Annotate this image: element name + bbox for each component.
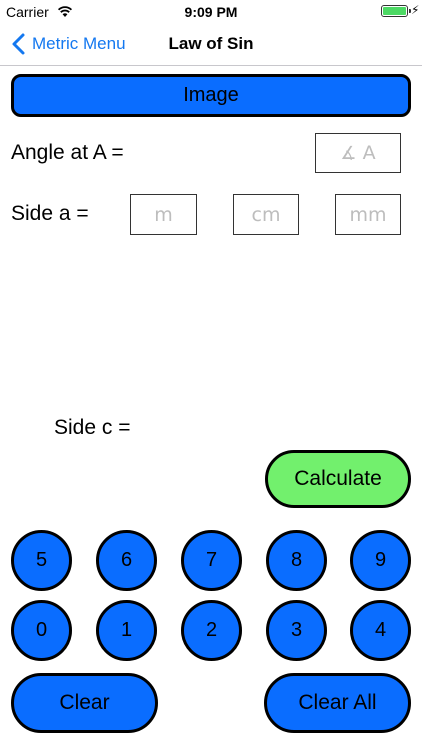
clear-button[interactable]: Clear [11, 673, 158, 733]
angle-a-input[interactable]: ∡ A [315, 133, 401, 173]
key-2[interactable]: 2 [181, 600, 242, 661]
battery-icon [381, 5, 411, 17]
clear-all-button[interactable]: Clear All [264, 673, 411, 733]
back-button-label: Metric Menu [32, 34, 126, 53]
key-0[interactable]: 0 [11, 600, 72, 661]
calculate-button[interactable]: Calculate [265, 450, 411, 508]
side-a-m-input[interactable]: m [130, 194, 197, 235]
image-button[interactable]: Image [11, 74, 411, 117]
battery-level-fill [383, 7, 406, 15]
angle-a-placeholder: A [362, 142, 376, 164]
key-1[interactable]: 1 [96, 600, 157, 661]
back-button[interactable]: Metric Menu [10, 30, 126, 58]
key-9[interactable]: 9 [350, 530, 411, 591]
chevron-left-icon [12, 33, 25, 55]
key-4[interactable]: 4 [350, 600, 411, 661]
side-c-label: Side c = [54, 416, 131, 439]
key-7[interactable]: 7 [181, 530, 242, 591]
bolt-icon: ⚡ [411, 3, 420, 17]
key-5[interactable]: 5 [11, 530, 72, 591]
side-a-mm-input[interactable]: mm [335, 194, 401, 235]
navigation-bar: Metric Menu Law of Sin [0, 24, 422, 66]
clock: 9:09 PM [184, 4, 238, 20]
status-bar: Carrier 9:09 PM ⚡ [0, 0, 422, 24]
key-6[interactable]: 6 [96, 530, 157, 591]
key-8[interactable]: 8 [266, 530, 327, 591]
side-a-cm-input[interactable]: cm [233, 194, 299, 235]
key-3[interactable]: 3 [266, 600, 327, 661]
side-a-label: Side a = [11, 202, 89, 225]
angle-label: Angle at A = [11, 141, 124, 164]
angle-icon: ∡ [340, 142, 357, 164]
